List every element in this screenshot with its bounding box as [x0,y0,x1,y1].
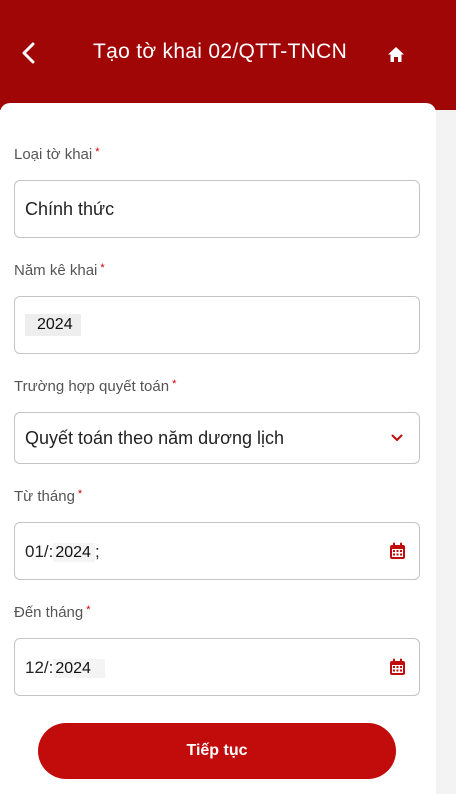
declaration-year-label: Năm kê khai * [14,262,105,279]
to-month-prefix: 12/: [25,657,54,677]
declaration-year-value: 2024 [25,314,81,336]
to-month-year: 2024 [53,658,105,678]
dropdown-toggle[interactable] [375,413,419,463]
to-month-picker-button[interactable] [375,639,419,695]
to-month-label: Đến tháng * [14,604,91,621]
required-mark: * [86,604,91,616]
continue-button[interactable]: Tiếp tục [38,723,396,779]
back-button[interactable] [14,38,44,68]
from-month-suffix: ; [94,541,100,561]
settlement-case-label: Trường hợp quyết toán * [14,378,177,395]
from-month-field[interactable]: 01/: 2024; [14,522,420,580]
calendar-icon [389,542,405,559]
page-title: Tạo tờ khai 02/QTT-TNCN [92,40,348,63]
settlement-case-select[interactable]: Quyết toán theo năm dương lịch [14,412,420,464]
from-month-year: 2024 [53,542,95,562]
required-mark: * [100,262,105,274]
declaration-year-field[interactable]: 2024 [14,296,420,354]
chevron-down-icon [391,434,403,441]
from-month-label: Từ tháng * [14,488,83,505]
declaration-type-field[interactable]: Chính thức [14,180,420,238]
settlement-case-value: Quyết toán theo năm dương lịch [25,427,285,448]
declaration-type-value: Chính thức [25,198,115,219]
home-icon [388,46,404,62]
chevron-left-icon [22,42,35,64]
declaration-type-label: Loại tờ khai * [14,146,100,163]
required-mark: * [172,378,177,390]
app-header: Tạo tờ khai 02/QTT-TNCN [0,0,456,110]
to-month-field[interactable]: 12/: 2024 [14,638,420,696]
from-month-picker-button[interactable] [375,523,419,579]
from-month-prefix: 01/: [25,541,54,561]
home-button[interactable] [383,41,409,67]
required-mark: * [77,488,83,500]
calendar-icon [389,658,405,675]
required-mark: * [95,146,100,158]
